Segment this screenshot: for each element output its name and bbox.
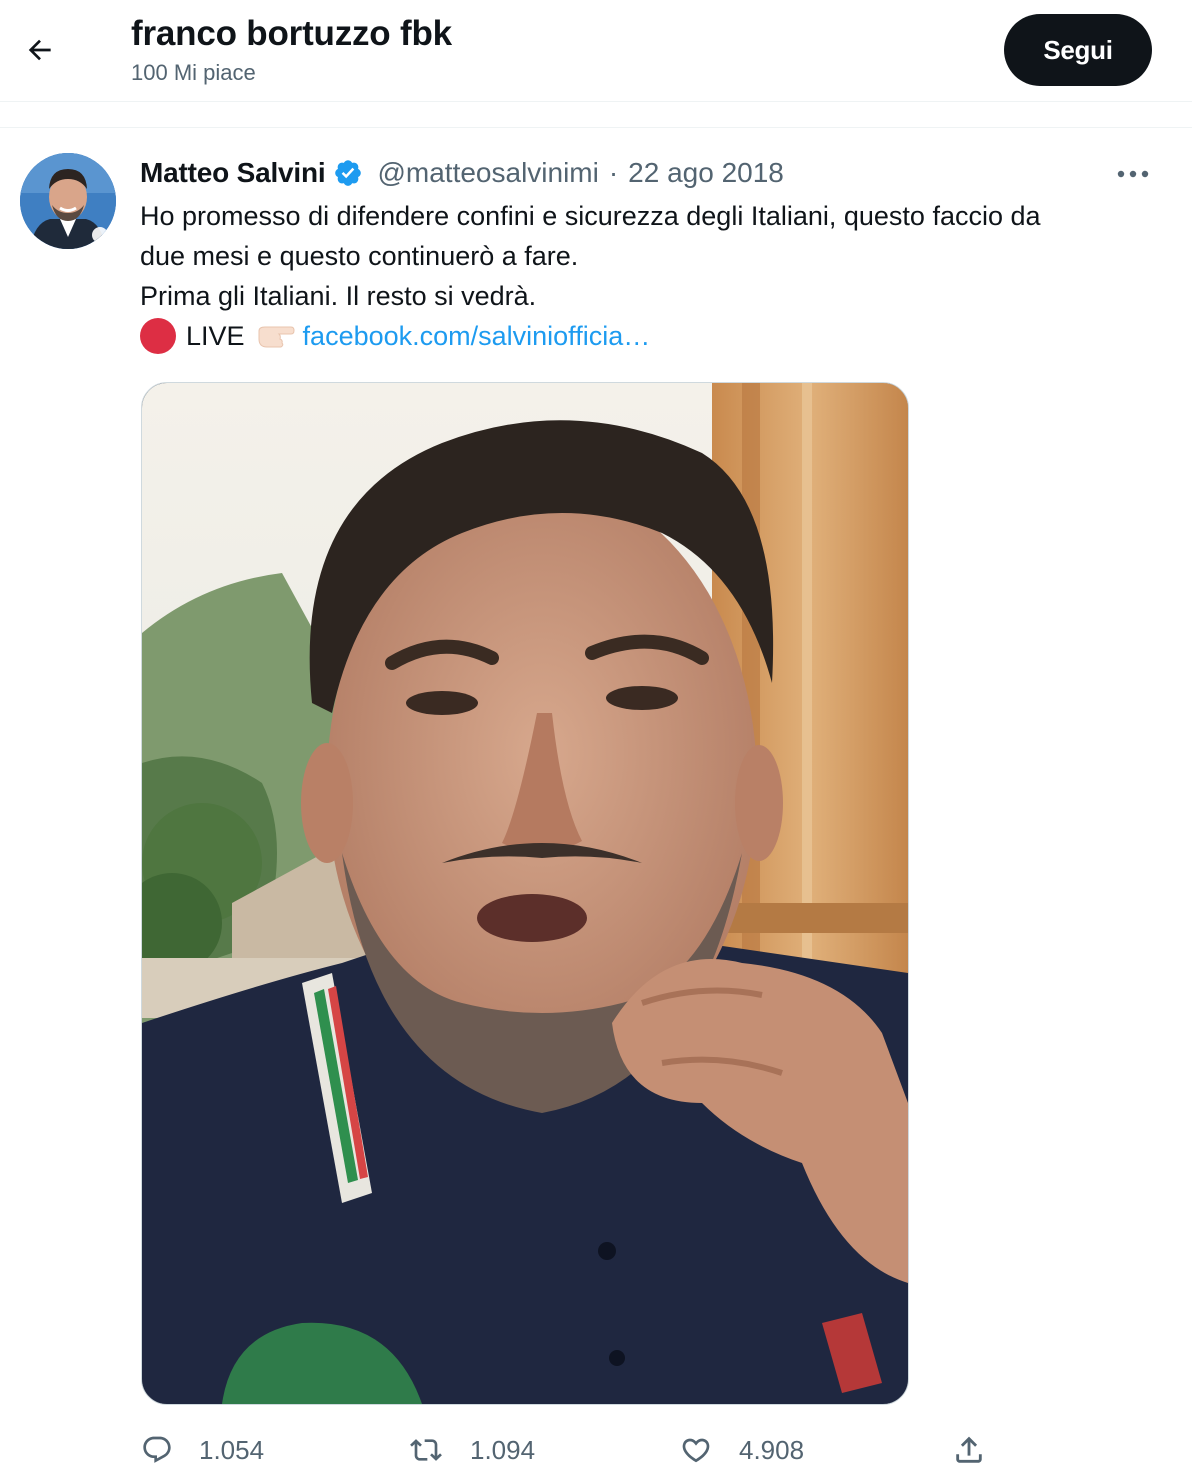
- follow-button[interactable]: Segui: [1004, 14, 1152, 86]
- like-count: 4.908: [739, 1434, 805, 1465]
- retweet-icon: [410, 1439, 442, 1461]
- video-thumbnail: [142, 383, 908, 1404]
- tweet-text-line: Ho promesso di difendere confini e sicur…: [140, 201, 1041, 231]
- backhand-index-pointing-right-icon: [257, 323, 295, 349]
- retweet-button[interactable]: 1.094: [408, 1428, 535, 1472]
- red-circle-icon: [140, 318, 176, 354]
- reply-icon: [143, 1436, 171, 1463]
- external-link[interactable]: facebook.com/salviniofficia…: [303, 316, 651, 356]
- likes-count: 100 Mi piace: [131, 60, 256, 85]
- share-icon: [956, 1436, 982, 1463]
- back-button[interactable]: [20, 30, 60, 70]
- like-button[interactable]: 4.908: [679, 1428, 804, 1472]
- heart-icon: [682, 1438, 710, 1463]
- share-button[interactable]: [952, 1428, 986, 1472]
- author-handle[interactable]: @matteosalvinimi: [377, 157, 598, 189]
- profile-name: franco bortuzzo fbk: [131, 14, 452, 53]
- tweet-page: franco bortuzzo fbk 100 Mi piace Segui M…: [0, 0, 1192, 1482]
- tweet-text: Ho promesso di difendere confini e sicur…: [140, 196, 1170, 356]
- profile-header: franco bortuzzo fbk 100 Mi piace Segui: [0, 0, 1192, 102]
- more-button[interactable]: [1110, 157, 1156, 191]
- retweet-count: 1.094: [470, 1434, 536, 1465]
- tweet-text-line: due mesi e questo continuerò a fare.: [140, 241, 579, 271]
- author-name[interactable]: Matteo Salvini: [140, 157, 326, 189]
- reply-button[interactable]: 1.054: [141, 1428, 264, 1472]
- verified-badge-icon: [333, 158, 363, 188]
- live-label: LIVE: [186, 321, 245, 351]
- tweet-header: Matteo Salvini @matteosalvinimi · 22 ago…: [140, 153, 784, 193]
- live-line: LIVE facebook.com/salviniofficia…: [140, 316, 1170, 356]
- reply-count: 1.054: [199, 1434, 265, 1465]
- arrow-left-icon: [28, 39, 51, 61]
- divider: [0, 127, 1192, 128]
- avatar-image: [20, 153, 116, 249]
- tweet-text-line: Prima gli Italiani. Il resto si vedrà.: [140, 281, 537, 311]
- tweet-date[interactable]: 22 ago 2018: [628, 157, 784, 189]
- avatar[interactable]: [20, 153, 116, 249]
- more-horizontal-icon: [1117, 170, 1149, 178]
- separator: ·: [608, 157, 619, 188]
- video-player[interactable]: [141, 382, 909, 1405]
